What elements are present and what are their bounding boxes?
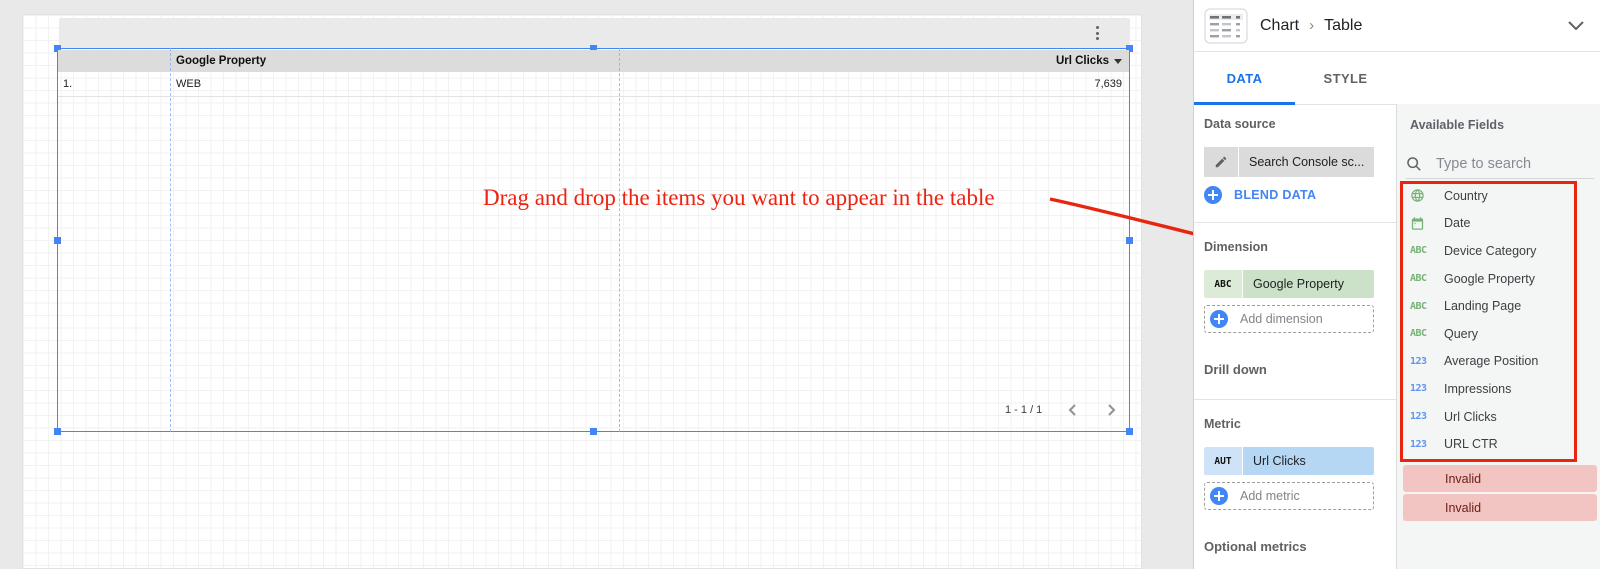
field-item[interactable]: 123 Url Clicks [1396, 403, 1600, 431]
column-guide [170, 48, 171, 432]
sort-desc-icon [1114, 58, 1122, 64]
add-metric-button[interactable]: Add metric [1204, 482, 1374, 510]
add-dimension-button[interactable]: Add dimension [1204, 305, 1374, 333]
invalid-field-item[interactable]: Invalid [1403, 494, 1597, 521]
row-metric-value: 7,639 [1094, 78, 1122, 90]
field-item[interactable]: ABC Query [1396, 320, 1600, 348]
plus-icon [1210, 487, 1228, 505]
section-divider [1194, 399, 1396, 400]
table-header-metric[interactable]: Url Clicks [1056, 55, 1122, 67]
breadcrumb-current: Table [1324, 16, 1363, 34]
plus-icon [1204, 186, 1222, 204]
pencil-icon[interactable] [1204, 147, 1238, 177]
selection-handle[interactable] [54, 428, 61, 435]
table-chart-icon [1204, 8, 1248, 43]
chart-type-header[interactable]: Chart › Table [1194, 0, 1600, 52]
drill-down-label: Drill down [1204, 362, 1267, 377]
breadcrumb-separator-icon: › [1309, 17, 1315, 34]
field-search-input[interactable] [1434, 155, 1578, 173]
123-type-icon: 123 [1410, 411, 1427, 423]
abc-type-icon: ABC [1410, 273, 1427, 285]
abc-type-icon: ABC [1410, 245, 1427, 257]
data-source-name: Search Console sc... [1239, 147, 1374, 177]
blend-data-label: BLEND DATA [1234, 188, 1317, 202]
kebab-menu-icon[interactable] [1090, 24, 1104, 42]
row-dimension-value: WEB [176, 78, 202, 90]
data-source-label: Data source [1204, 117, 1276, 131]
annotation-text: Drag and drop the items you want to appe… [483, 185, 995, 210]
data-source-chip[interactable]: Search Console sc... [1204, 147, 1374, 177]
field-search [1406, 150, 1594, 179]
add-metric-label: Add metric [1240, 489, 1300, 503]
plus-icon [1210, 310, 1228, 328]
chip-field-name: Url Clicks [1243, 447, 1374, 475]
abc-type-icon: ABC [1410, 300, 1427, 312]
section-divider [1194, 222, 1396, 223]
field-item[interactable]: ABC Device Category [1396, 237, 1600, 265]
field-item[interactable]: 123 URL CTR [1396, 430, 1600, 458]
123-type-icon: 123 [1410, 438, 1427, 450]
metric-chip[interactable]: AUT Url Clicks [1204, 447, 1374, 475]
field-item[interactable]: Country [1396, 182, 1600, 210]
selection-handle[interactable] [54, 237, 61, 244]
available-fields-title: Available Fields [1410, 118, 1505, 132]
selection-handle[interactable] [1126, 428, 1133, 435]
selection-handle[interactable] [590, 428, 597, 435]
pagination-label: 1 - 1 / 1 [1005, 404, 1043, 416]
row-index: 1. [63, 78, 73, 90]
chart-hover-toolbar [59, 18, 1130, 48]
chevron-left-icon[interactable] [1066, 403, 1080, 417]
chevron-right-icon[interactable] [1104, 403, 1118, 417]
column-guide [619, 48, 620, 432]
optional-metrics-label: Optional metrics [1204, 539, 1307, 554]
field-list: Country Date ABC Device Category ABC Goo… [1396, 182, 1600, 458]
chip-field-name: Google Property [1243, 270, 1374, 298]
table-row: 1. WEB 7,639 [58, 72, 1129, 97]
selection-handle[interactable] [1126, 237, 1133, 244]
field-item[interactable]: Date [1396, 210, 1600, 238]
123-type-icon: 123 [1410, 383, 1427, 395]
chip-type-badge: AUT [1204, 447, 1242, 475]
calendar-icon [1410, 216, 1444, 231]
dimension-chip[interactable]: ABC Google Property [1204, 270, 1374, 298]
globe-icon [1410, 188, 1444, 203]
dimension-label: Dimension [1204, 240, 1268, 254]
blend-data-button[interactable]: BLEND DATA [1204, 186, 1316, 204]
chevron-down-icon[interactable] [1567, 20, 1585, 31]
abc-type-icon: ABC [1410, 328, 1427, 340]
field-item[interactable]: 123 Impressions [1396, 375, 1600, 403]
field-item[interactable]: 123 Average Position [1396, 348, 1600, 376]
table-header-dimension[interactable]: Google Property [176, 55, 266, 67]
search-icon [1407, 157, 1421, 171]
chart-selection-outline [57, 48, 1130, 432]
add-dimension-label: Add dimension [1240, 312, 1323, 326]
metric-label: Metric [1204, 417, 1241, 431]
chip-type-badge: ABC [1204, 270, 1242, 298]
field-item[interactable]: ABC Google Property [1396, 265, 1600, 293]
123-type-icon: 123 [1410, 355, 1427, 367]
tab-data[interactable]: DATA [1194, 52, 1295, 105]
breadcrumb-parent: Chart [1260, 16, 1300, 34]
field-item[interactable]: ABC Landing Page [1396, 292, 1600, 320]
invalid-field-item[interactable]: Invalid [1403, 465, 1597, 492]
panel-tabs: DATA STYLE [1194, 52, 1396, 105]
tab-style[interactable]: STYLE [1295, 52, 1396, 104]
table-header-row: Google Property Url Clicks [58, 50, 1129, 72]
table-pagination: 1 - 1 / 1 [1005, 401, 1118, 419]
